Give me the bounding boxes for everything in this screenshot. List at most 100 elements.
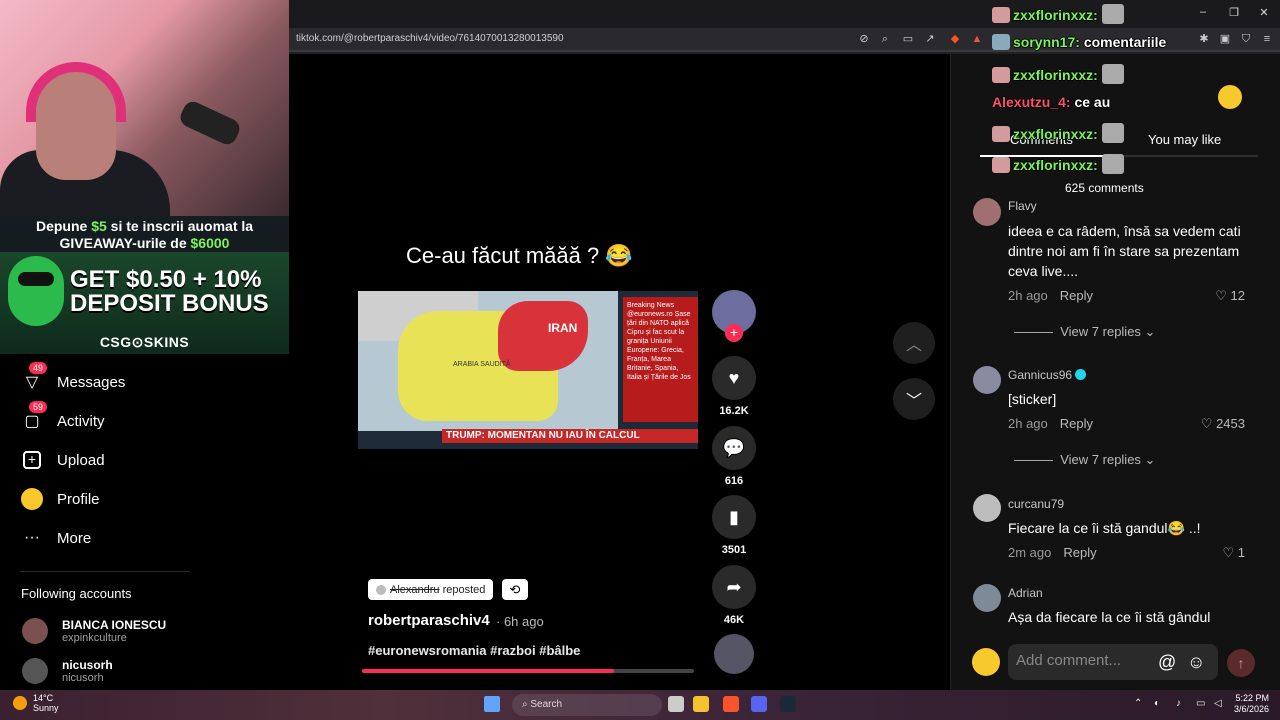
sidebar-item-label: More <box>57 529 92 547</box>
comment-like[interactable]: ♡ 2453 <box>1185 416 1245 432</box>
weather-text: Sunny <box>33 703 59 713</box>
reply-button[interactable]: Reply <box>1060 288 1093 303</box>
music-disc[interactable] <box>714 634 754 674</box>
chat-message: zxxflorinxxz: <box>992 154 1124 174</box>
avatar[interactable] <box>973 494 1001 522</box>
ad-line2-amount: $6000 <box>190 235 230 251</box>
mic-icon[interactable]: ♪ <box>1176 698 1181 709</box>
following-account[interactable]: BIANCA IONESCU expinkculture <box>22 618 166 644</box>
view-replies-button[interactable]: ——— View 7 replies ⌄ <box>1014 324 1155 340</box>
share-icon[interactable]: ↗ <box>923 32 937 46</box>
rewards-icon[interactable]: ▲ <box>970 32 984 46</box>
screenshot-icon[interactable]: ▭ <box>901 32 915 46</box>
mention-icon[interactable]: @ <box>1158 652 1176 673</box>
chat-user: zxxflorinxxz: <box>1013 126 1098 142</box>
puzzle-icon[interactable]: ✱ <box>1197 32 1211 46</box>
sidebar-item-upload[interactable]: + Upload <box>20 448 105 472</box>
file-explorer-icon[interactable] <box>693 696 709 712</box>
taskbar-search[interactable]: ⌕ Search <box>512 694 662 716</box>
avatar[interactable] <box>973 198 1001 226</box>
comment-like-count: 2453 <box>1216 416 1245 431</box>
ad-mascot <box>8 256 64 326</box>
windows-start-icon[interactable] <box>484 696 500 712</box>
tray-app-icon[interactable]: ◐ <box>1154 698 1160 709</box>
hashtags[interactable]: #euronewsromania #razboi #bâlbe <box>368 643 580 658</box>
save-action[interactable]: ▮ 3501 <box>712 495 756 556</box>
volume-icon[interactable]: ◁ <box>1214 698 1222 709</box>
like-count: 16.2K <box>719 405 749 417</box>
avatar[interactable] <box>973 366 1001 394</box>
like-action[interactable]: ♥ 16.2K <box>712 356 756 417</box>
chat-emote-icon <box>1101 4 1124 24</box>
system-clock[interactable]: 5:22 PM 3/6/2026 <box>1234 693 1269 715</box>
share-action[interactable]: ➦ 46K <box>712 565 756 626</box>
microphone <box>177 98 243 148</box>
comment-username[interactable]: Flavy <box>1008 199 1037 213</box>
following-account[interactable]: nicusorh nicusorh <box>22 658 113 684</box>
url-text[interactable]: tiktok.com/@robertparaschiv4/video/76140… <box>296 33 564 44</box>
map-label-arabia: ARABIA SAUDITĂ <box>453 361 511 368</box>
discord-icon[interactable] <box>751 696 767 712</box>
comment-time: 2m ago <box>1008 545 1052 560</box>
reply-button[interactable]: Reply <box>1063 545 1096 560</box>
send-comment-button[interactable]: ↑ <box>1227 649 1255 677</box>
brave-shield-icon[interactable]: ◆ <box>948 32 962 46</box>
reply-button[interactable]: Reply <box>1060 416 1093 431</box>
author-name[interactable]: robertparaschiv4 <box>368 612 490 629</box>
comment-like[interactable]: ♡ 1 <box>1185 545 1245 561</box>
heart-icon[interactable]: ♥ <box>712 356 756 400</box>
video-caption: Ce-au făcut măăă ? 😂 <box>406 243 633 268</box>
next-video-button[interactable]: ﹀ <box>893 378 935 420</box>
weather-widget[interactable]: 14°C Sunny <box>33 693 59 713</box>
sidebar-item-messages[interactable]: ▽ 49 Messages <box>20 362 125 394</box>
vpn-icon[interactable]: ⛉ <box>1239 32 1253 46</box>
restore-icon[interactable]: ❐ <box>1226 6 1242 19</box>
sidebar-item-more[interactable]: ··· More <box>20 526 91 550</box>
comment-icon[interactable]: 💬 <box>712 426 756 470</box>
view-replies-button[interactable]: ——— View 7 replies ⌄ <box>1014 452 1155 468</box>
comment-like[interactable]: ♡ 12 <box>1185 288 1245 304</box>
network-icon[interactable]: ▭ <box>1196 698 1205 709</box>
profile-avatar-icon[interactable] <box>1218 85 1242 109</box>
bookmark-icon[interactable]: ▮ <box>712 495 756 539</box>
comment-text: Fiecare la ce îi stă gandul😂 ..! <box>1008 520 1201 536</box>
sidebar-item-profile[interactable]: Profile <box>20 487 100 511</box>
comment-username[interactable]: curcanu79 <box>1008 497 1064 511</box>
ad-line1-text: Depune <box>35 218 92 234</box>
menu-icon[interactable]: ≡ <box>1260 32 1274 46</box>
comment-action[interactable]: 💬 616 <box>712 426 756 487</box>
close-icon[interactable]: ✕ <box>1256 6 1272 19</box>
verified-icon <box>1075 369 1087 380</box>
ad-bonus-line2: DEPOSIT BONUS <box>70 290 269 317</box>
tray-chevron-icon[interactable]: ⌃ <box>1134 698 1142 709</box>
brave-icon[interactable] <box>723 696 739 712</box>
more-icon: ··· <box>24 529 40 546</box>
chat-user: zxxflorinxxz: <box>1013 67 1098 83</box>
repost-icon[interactable]: ⟲ <box>502 579 528 600</box>
emoji-icon[interactable]: ☺ <box>1187 652 1205 673</box>
messages-badge: 49 <box>29 362 48 374</box>
steam-icon[interactable] <box>780 696 796 712</box>
tracking-off-icon[interactable]: ⊘ <box>857 32 871 46</box>
previous-video-button[interactable]: ︿ <box>893 322 935 364</box>
ad-line2-text: GIVEAWAY-urile de <box>59 235 191 251</box>
zoom-icon[interactable]: ⌕ <box>878 32 892 46</box>
avatar[interactable] <box>973 584 1001 612</box>
sun-icon[interactable] <box>13 696 27 710</box>
task-view-icon[interactable] <box>668 696 684 712</box>
comment-count: 616 <box>724 475 744 487</box>
share-arrow-icon[interactable]: ➦ <box>712 565 756 609</box>
video-player[interactable]: IRAN ARABIA SAUDITĂ Breaking News @euron… <box>358 291 698 449</box>
comment-username[interactable]: Adrian <box>1008 586 1043 600</box>
follow-plus-icon[interactable]: + <box>725 324 743 342</box>
sidebar-item-activity[interactable]: ▢ 59 Activity <box>20 401 105 433</box>
wallet-icon[interactable]: ▣ <box>1218 32 1232 46</box>
ad-line1-rest: si te inscrii auomat la <box>106 218 254 234</box>
tab-you-may-like[interactable]: You may like <box>1148 132 1221 147</box>
repost-chip[interactable]: Alexandru reposted <box>368 579 494 600</box>
comment-username[interactable]: Gannicus96 <box>1008 368 1087 382</box>
comment-meta: 2m ago Reply <box>1008 545 1097 560</box>
chat-emote-icon <box>1101 154 1124 174</box>
comment-meta: 2h ago Reply <box>1008 288 1093 303</box>
minimize-icon[interactable]: – <box>1195 6 1211 18</box>
